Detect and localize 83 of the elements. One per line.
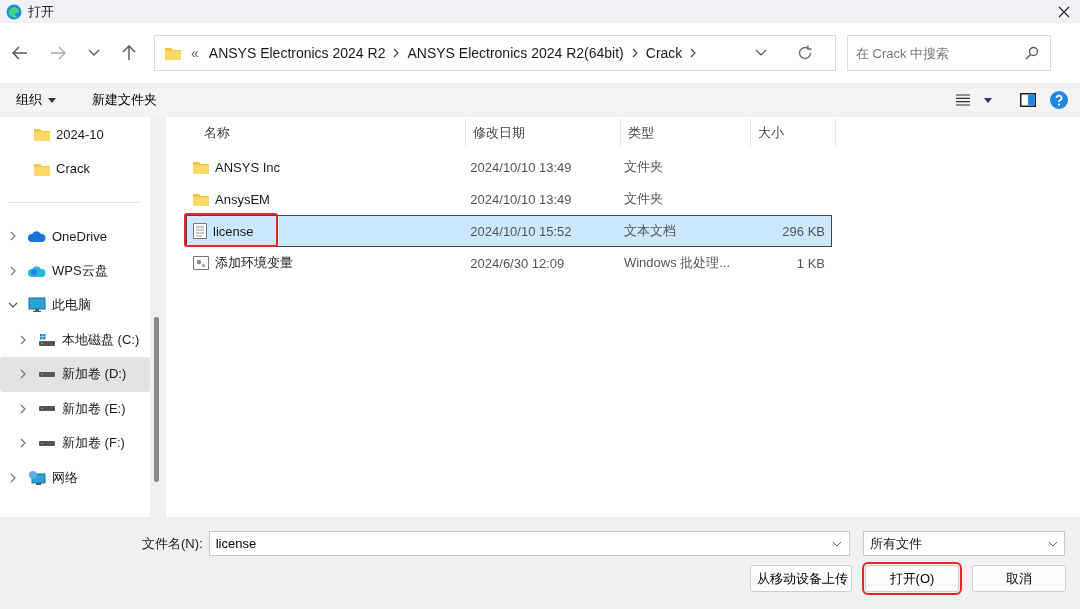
file-name[interactable]: ANSYS Inc (215, 159, 281, 175)
caret-icon[interactable] (984, 97, 992, 103)
sidebar-item[interactable]: WPS云盘 (52, 261, 108, 280)
gear-file-icon (193, 256, 209, 270)
drive-icon (38, 406, 56, 412)
help-icon[interactable] (1050, 91, 1068, 109)
table-cell: 296 KB (782, 223, 825, 239)
organize-menu[interactable]: 组织 (10, 87, 62, 113)
table-cell-text: Windows 批处理... (622, 254, 732, 272)
selected-row[interactable]: license 2024/10/10 15:52 文本文档 296 KB (186, 215, 832, 247)
folder-icon (34, 127, 50, 142)
scrollbar-thumb[interactable] (154, 317, 159, 482)
file-name[interactable]: 添加环境变量 (215, 254, 293, 272)
chevron-down-icon[interactable] (831, 541, 842, 547)
overflow-marker[interactable]: « (191, 45, 199, 61)
chevron-right-icon[interactable] (393, 48, 400, 58)
folder-icon (193, 192, 209, 206)
table-cell-text: 2024/10/10 13:49 (469, 190, 573, 209)
chevron-right-icon[interactable] (18, 438, 28, 449)
table-cell-text: 文件夹 (622, 190, 664, 208)
breadcrumb-item[interactable]: Crack (645, 45, 683, 61)
chevron-down-icon[interactable] (88, 49, 100, 57)
file-type-dropdown[interactable]: 所有文件 (862, 531, 1065, 556)
refresh-icon[interactable] (797, 45, 813, 61)
view-list-icon[interactable] (956, 94, 970, 106)
dialog-button[interactable]: 取消 (972, 565, 1066, 592)
drive-icon (38, 371, 56, 377)
chevron-right-icon[interactable] (8, 265, 18, 276)
search-icon[interactable] (1025, 46, 1039, 60)
table-cell-text: 文本文档 (622, 222, 677, 240)
breadcrumb-item[interactable]: ANSYS Electronics 2024 R2 (208, 45, 386, 61)
sidebar-item[interactable]: OneDrive (52, 228, 107, 244)
new-folder-button[interactable]: 新建文件夹 (86, 87, 163, 113)
sidebar-item[interactable]: 此电脑 (52, 296, 91, 315)
address-bar[interactable]: « ANSYS Electronics 2024 R2 ANSYS Electronics 2024 R2(64bit) Crack (154, 35, 836, 71)
folder-icon (165, 46, 181, 60)
file-name[interactable]: license (213, 223, 254, 239)
column-header[interactable]: 修改日期 (466, 119, 621, 147)
chevron-right-icon[interactable] (18, 334, 28, 345)
table-cell-text: 2024/10/10 13:49 (469, 158, 573, 177)
table-cell-text: 2024/10/10 15:52 (469, 222, 573, 241)
sidebar-item[interactable]: 新加卷 (F:) (62, 434, 125, 453)
table-cell-text: 文件夹 (622, 158, 664, 176)
back-arrow-icon[interactable] (12, 46, 28, 60)
browser-logo-icon (6, 3, 22, 20)
window-title: 打开 (28, 2, 54, 21)
chevron-down-icon[interactable] (755, 49, 767, 57)
chevron-right-icon[interactable] (690, 48, 697, 58)
network-icon (28, 469, 46, 486)
sidebar-item[interactable]: 2024-10 (56, 126, 104, 142)
cloud-icon (28, 230, 46, 243)
chevron-right-icon[interactable] (631, 48, 638, 58)
table-cell-text: 2024/6/30 12:09 (469, 254, 566, 273)
dialog-button[interactable]: 打开(O) (865, 565, 959, 592)
caret-icon (48, 97, 56, 103)
chevron-down-icon[interactable] (1047, 540, 1058, 547)
document-icon (193, 223, 207, 239)
drive-icon (38, 440, 56, 446)
chevron-right-icon[interactable] (8, 231, 18, 242)
breadcrumb-item[interactable]: ANSYS Electronics 2024 R2(64bit) (407, 45, 624, 61)
folder-icon (193, 160, 209, 174)
field-label: 文件名(N): (142, 534, 203, 553)
chevron-right-icon[interactable] (18, 403, 28, 414)
column-header[interactable]: 类型 (621, 119, 751, 147)
folder-icon (34, 161, 50, 176)
dialog-button[interactable]: 从移动设备上传 (750, 565, 852, 592)
monitor-icon (28, 297, 46, 314)
column-header[interactable]: 名称 (186, 119, 466, 147)
search-field[interactable]: 在 Crack 中搜索 (847, 35, 1051, 71)
cloud-icon (28, 264, 46, 277)
preview-pane-icon[interactable] (1020, 93, 1036, 107)
file-name[interactable]: AnsysEM (215, 191, 270, 207)
sidebar-item[interactable]: 本地磁盘 (C:) (62, 330, 140, 349)
sidebar-item[interactable]: 新加卷 (E:) (62, 399, 126, 418)
close-icon[interactable] (1058, 5, 1070, 18)
sidebar-item[interactable]: Crack (56, 161, 90, 177)
table-cell: 1 KB (796, 255, 825, 271)
filename-field[interactable]: license (208, 531, 850, 556)
column-header[interactable]: 大小 (751, 119, 836, 147)
up-arrow-icon[interactable] (122, 45, 136, 61)
sidebar-item[interactable]: 网络 (52, 468, 78, 487)
chevron-right-icon[interactable] (8, 472, 18, 483)
drive-icon (38, 333, 56, 346)
